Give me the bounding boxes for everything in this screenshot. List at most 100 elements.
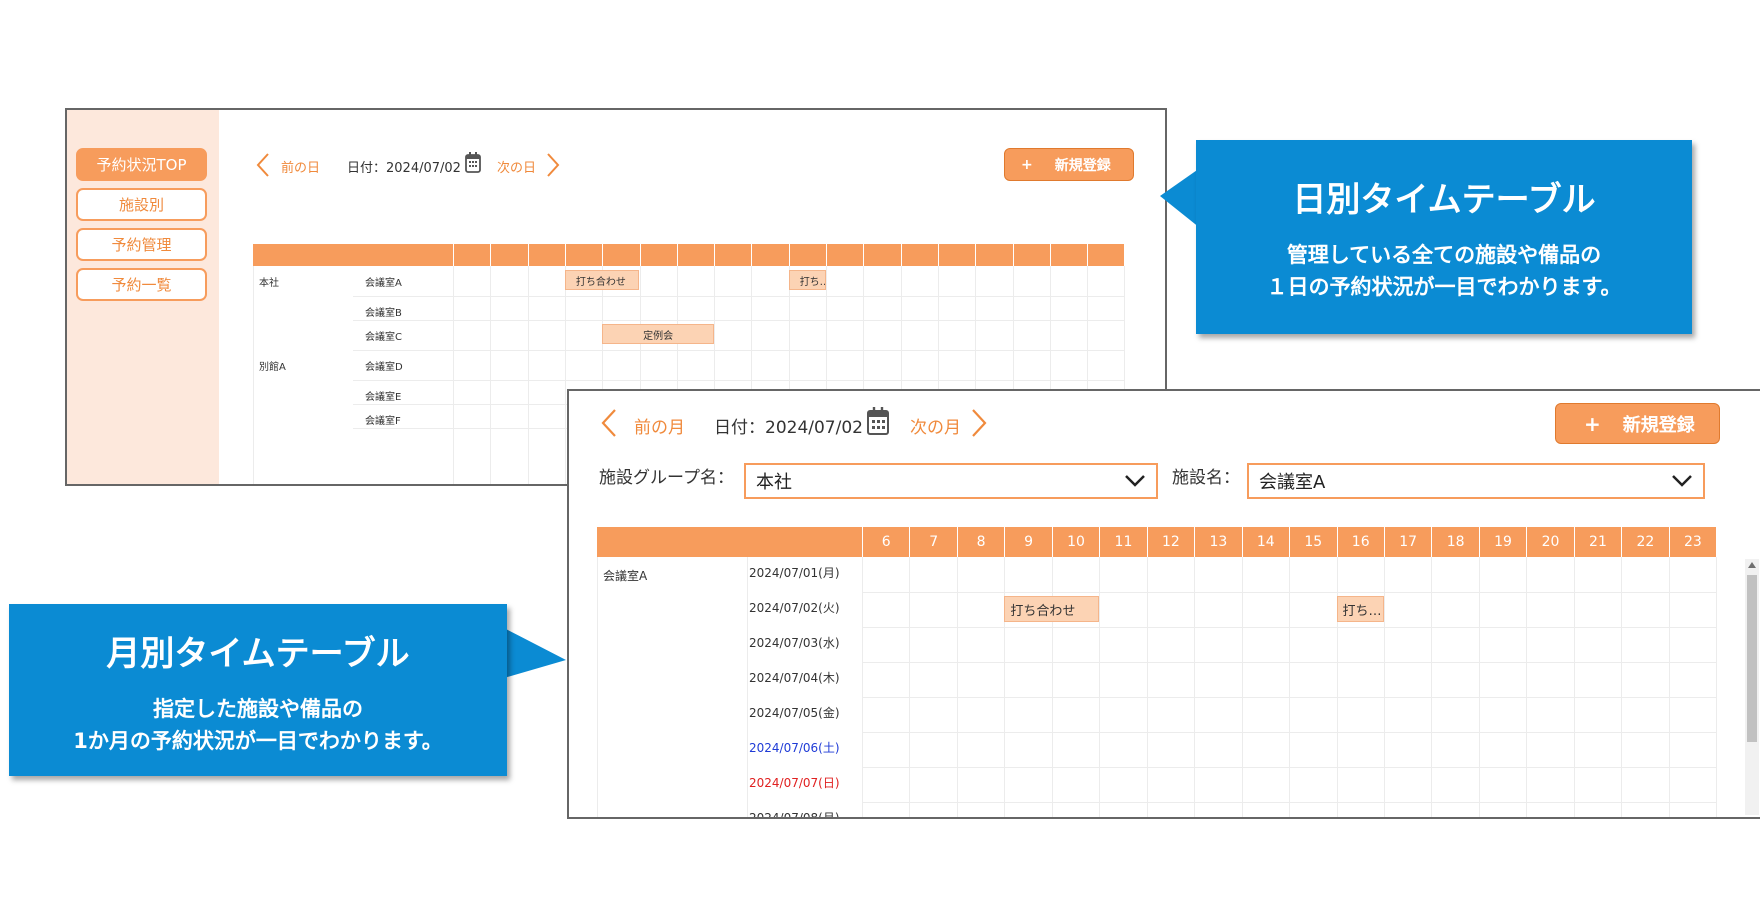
hour-header-cell: 16 xyxy=(1336,527,1384,557)
hour-header-cell: 9 xyxy=(1004,527,1051,557)
row-divider xyxy=(353,350,1125,351)
hour-header-cell: 8 xyxy=(527,244,565,484)
facility-group-label: 別館A xyxy=(259,362,286,373)
facility-group-label: 施設グループ名： xyxy=(599,468,734,488)
monthly-timetable-screen: 前の月 日付：2024/07/02 次の月 + 新規登録 施設グループ名： 本社… xyxy=(567,389,1760,819)
daily-callout: 日別タイムテーブル 管理している全ての施設や備品の １日の予約状況が一目でわかり… xyxy=(1196,140,1692,334)
room-label: 会議室F xyxy=(365,416,401,427)
hour-column-line xyxy=(1241,557,1243,817)
day-label: 2024/07/07(日) xyxy=(749,776,840,790)
grid-left-border xyxy=(597,557,598,817)
day-label: 2024/07/08(月) xyxy=(749,811,840,819)
next-day-link[interactable]: 次の日 xyxy=(497,157,536,176)
monthly-callout-title: 月別タイムテーブル xyxy=(106,634,410,674)
date-label: 日付：2024/07/02 xyxy=(714,418,863,438)
room-column-line xyxy=(747,557,748,817)
sidebar: 予約状況TOP 施設別 予約管理 予約一覧 xyxy=(67,110,219,484)
booking-block[interactable]: 打ち合わせ xyxy=(564,270,640,290)
facility-name-select[interactable]: 会議室A xyxy=(1247,463,1705,499)
hour-header-cell: 10 xyxy=(1051,527,1099,557)
sidebar-item-reservation-list[interactable]: 予約一覧 xyxy=(76,268,207,301)
sidebar-item-by-facility[interactable]: 施設別 xyxy=(76,188,207,221)
prev-day-link[interactable]: 前の日 xyxy=(281,157,320,176)
hour-column-line xyxy=(1146,557,1148,817)
hour-column-line xyxy=(909,557,911,817)
day-label: 2024/07/05(金) xyxy=(749,706,840,720)
facility-name-value: 会議室A xyxy=(1259,472,1326,493)
prev-month-link[interactable]: 前の月 xyxy=(634,413,685,438)
hour-header-cell: 21 xyxy=(1573,527,1621,557)
row-divider xyxy=(353,320,1125,321)
hour-header-cell: 6 xyxy=(862,527,909,557)
calendar-icon[interactable] xyxy=(464,150,482,174)
room-label: 会議室D xyxy=(365,362,403,373)
row-divider xyxy=(353,380,1125,381)
day-label: 2024/07/01(月) xyxy=(749,566,840,580)
new-registration-label: 新規登録 xyxy=(1054,157,1111,174)
hour-header-cell: 6 xyxy=(453,244,490,484)
calendar-icon[interactable] xyxy=(866,405,890,437)
hour-header-cell: 14 xyxy=(1241,527,1289,557)
new-registration-button[interactable]: + 新規登録 xyxy=(1004,148,1134,181)
chevron-down-icon xyxy=(1125,475,1145,487)
facility-name-label: 施設名： xyxy=(1172,468,1240,488)
grid-left-border xyxy=(253,266,254,484)
room-label: 会議室C xyxy=(365,332,402,343)
hour-column-line xyxy=(1194,557,1196,817)
chevron-left-icon[interactable] xyxy=(599,407,619,439)
booking-block[interactable]: 打ち合わせ xyxy=(1004,596,1100,622)
callout-pointer xyxy=(1160,168,1200,228)
booking-block[interactable]: 定例会 xyxy=(602,324,715,344)
hour-header-cell: 12 xyxy=(1146,527,1194,557)
hour-column-line xyxy=(1431,557,1433,817)
room-label: 会議室E xyxy=(365,392,402,403)
facility-group-value: 本社 xyxy=(756,472,792,493)
plus-icon: + xyxy=(1584,411,1601,436)
day-label: 2024/07/04(木) xyxy=(749,671,840,685)
chevron-right-icon[interactable] xyxy=(545,152,561,178)
hour-column-line xyxy=(1099,557,1101,817)
new-registration-label: 新規登録 xyxy=(1622,414,1695,436)
hour-header-cell: 20 xyxy=(1526,527,1573,557)
hour-header-cell: 8 xyxy=(956,527,1004,557)
hour-column-line xyxy=(1383,557,1385,817)
hour-column-line xyxy=(1668,557,1670,817)
booking-block[interactable]: 打ち… xyxy=(1336,596,1384,622)
facility-group-select[interactable]: 本社 xyxy=(744,463,1158,499)
next-month-link[interactable]: 次の月 xyxy=(910,413,961,438)
monthly-callout-line2: 1か月の予約状況が一目でわかります。 xyxy=(73,729,443,753)
scroll-up-arrow-icon[interactable] xyxy=(1748,562,1756,568)
room-label: 会議室B xyxy=(365,308,402,319)
daily-callout-line2: １日の予約状況が一目でわかります。 xyxy=(1266,275,1622,299)
chevron-right-icon[interactable] xyxy=(969,407,989,439)
hour-header-cell: 13 xyxy=(1194,527,1241,557)
callout-pointer xyxy=(504,628,566,678)
hour-column-line xyxy=(1573,557,1575,817)
booking-block[interactable]: 打ち… xyxy=(788,270,826,290)
hour-column-line xyxy=(1478,557,1480,817)
row-divider xyxy=(353,296,1125,297)
daily-callout-line1: 管理している全ての施設や備品の xyxy=(1286,243,1602,267)
sidebar-item-reservation-top[interactable]: 予約状況TOP xyxy=(76,148,207,181)
hour-column-line xyxy=(1526,557,1528,817)
hour-column-line xyxy=(564,266,566,484)
hour-header-cell: 19 xyxy=(1478,527,1526,557)
chevron-down-icon xyxy=(1672,475,1692,487)
room-label: 会議室A xyxy=(603,569,648,583)
room-label: 会議室A xyxy=(365,278,402,289)
sidebar-item-reservation-management[interactable]: 予約管理 xyxy=(76,228,207,261)
new-registration-button[interactable]: + 新規登録 xyxy=(1555,403,1720,444)
hour-header-cell: 17 xyxy=(1383,527,1431,557)
chevron-left-icon[interactable] xyxy=(255,152,271,178)
hour-header-cell: 23 xyxy=(1668,527,1716,557)
hour-header-cell: 11 xyxy=(1099,527,1146,557)
hour-header-cell: 15 xyxy=(1289,527,1336,557)
vertical-scrollbar[interactable] xyxy=(1745,559,1759,815)
monthly-callout-line1: 指定した施設や備品の xyxy=(153,697,363,721)
scroll-thumb[interactable] xyxy=(1747,575,1757,742)
hour-column-line xyxy=(490,266,492,484)
day-label: 2024/07/03(水) xyxy=(749,636,840,650)
day-label: 2024/07/06(土) xyxy=(749,741,840,755)
day-label: 2024/07/02(火) xyxy=(749,601,840,615)
hour-header-cell: 7 xyxy=(490,244,527,484)
